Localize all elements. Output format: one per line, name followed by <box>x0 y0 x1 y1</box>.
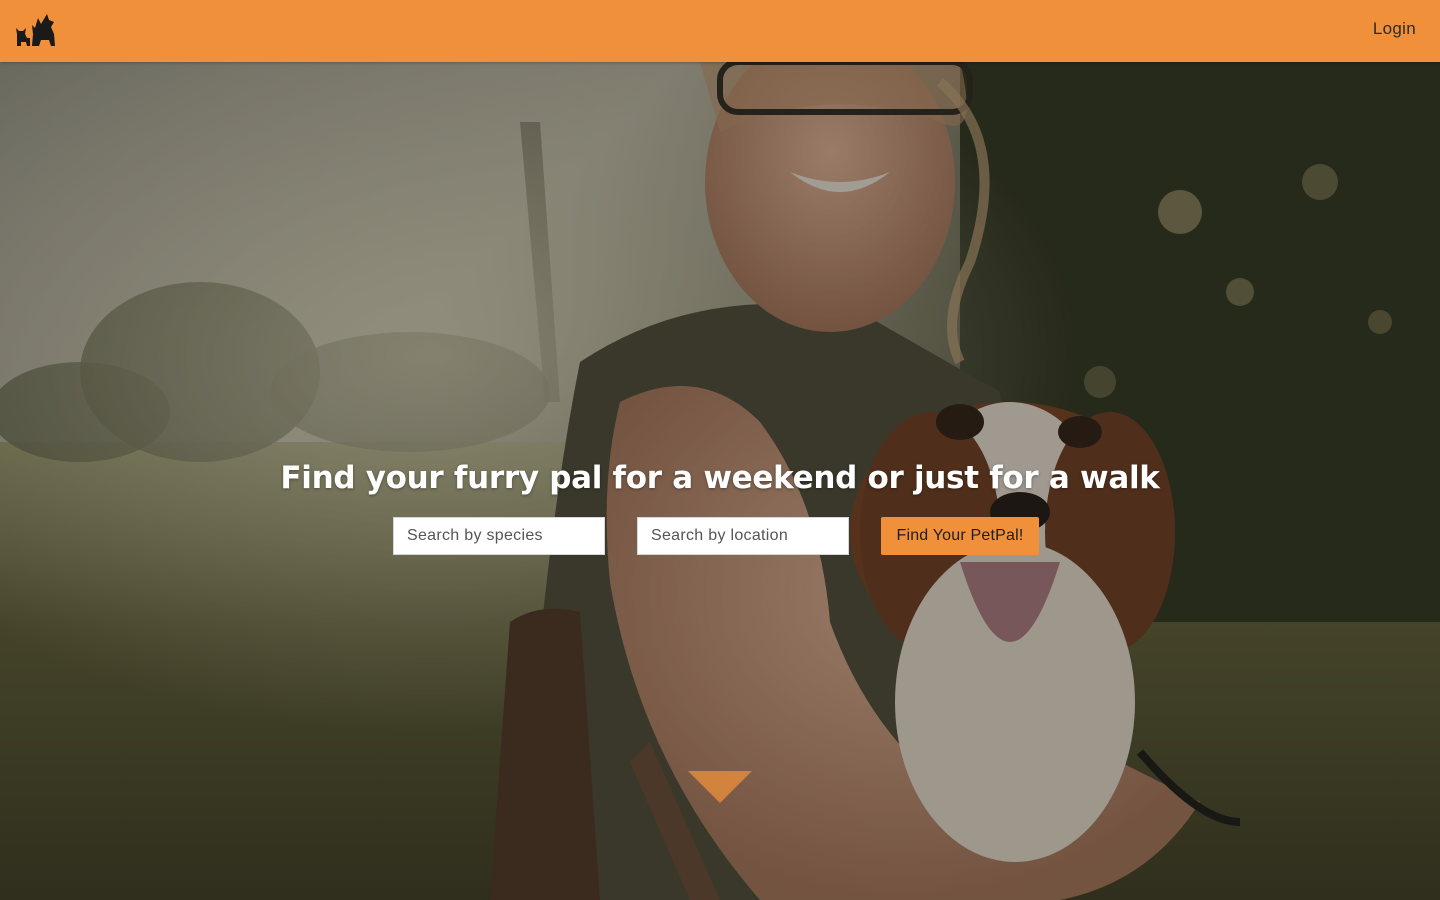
pets-logo-icon[interactable] <box>14 12 58 48</box>
find-petpal-button[interactable]: Find Your PetPal! <box>881 517 1039 555</box>
login-link[interactable]: Login <box>1373 19 1416 39</box>
location-search-input[interactable] <box>637 517 849 555</box>
species-search-input[interactable] <box>393 517 605 555</box>
hero-headline: Find your furry pal for a weekend or jus… <box>280 460 1160 496</box>
triangle-down-icon[interactable] <box>688 771 752 803</box>
top-navbar: Login <box>0 0 1440 62</box>
hero-section: Find your furry pal for a weekend or jus… <box>0 62 1440 900</box>
